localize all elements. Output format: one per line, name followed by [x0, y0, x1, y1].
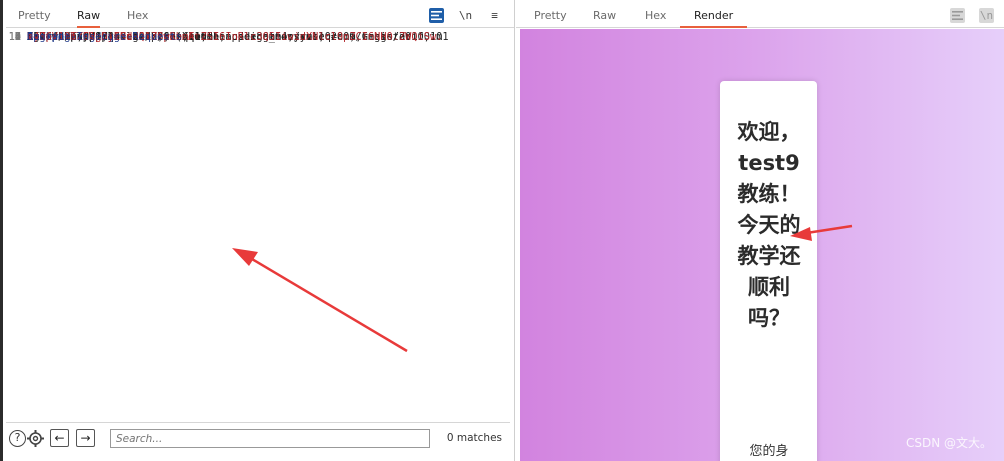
- rendered-page: 欢迎，test9教练！今天的教学还顺利吗？ 您的身 CSDN @文大。: [520, 29, 1004, 461]
- request-pane: Pretty Raw Hex \n ≡ 1 GET / HTTP/1.1 2 H…: [0, 0, 515, 461]
- burp-repeater-window: Pretty Raw Hex \n ≡ 1 GET / HTTP/1.1 2 H…: [0, 0, 1004, 461]
- tab-hex[interactable]: Hex: [645, 9, 666, 28]
- tab-raw[interactable]: Raw: [593, 9, 616, 28]
- next-match-button[interactable]: →: [76, 429, 95, 447]
- menu-icon[interactable]: ≡: [487, 8, 502, 23]
- response-pane: Pretty Raw Hex Render \n 欢迎，test9教练！今天的教…: [516, 0, 1004, 461]
- response-toolbar: \n: [950, 7, 994, 23]
- search-input[interactable]: [110, 429, 430, 448]
- prev-match-button[interactable]: ←: [50, 429, 69, 447]
- card-subtext: 您的身: [749, 444, 789, 459]
- tab-pretty[interactable]: Pretty: [534, 9, 567, 28]
- welcome-heading: 欢迎，test9教练！今天的教学还顺利吗？: [737, 120, 801, 330]
- list-view-icon[interactable]: [429, 7, 444, 23]
- request-toolbar: \n ≡: [429, 7, 502, 23]
- window-frame-edge: [0, 0, 3, 461]
- match-count: 0 matches: [446, 432, 502, 444]
- csdn-watermark: CSDN @文大。: [905, 436, 992, 450]
- settings-gear-icon[interactable]: [26, 429, 45, 448]
- search-bar: ? ← → 0 matches: [6, 422, 510, 454]
- tab-render[interactable]: Render: [680, 9, 748, 28]
- tab-hex[interactable]: Hex: [127, 9, 148, 28]
- newline-toggle-icon[interactable]: \n: [458, 8, 473, 23]
- raw-request-editor[interactable]: 1 GET / HTTP/1.1 2 Host: esvp9o536dc4k37…: [6, 30, 510, 418]
- welcome-card: 欢迎，test9教练！今天的教学还顺利吗？ 您的身: [720, 81, 817, 461]
- tab-raw[interactable]: Raw: [77, 9, 101, 28]
- help-icon[interactable]: ?: [9, 430, 26, 447]
- list-view-icon[interactable]: [950, 7, 965, 23]
- response-tabs: Pretty Raw Hex Render \n: [516, 0, 1004, 28]
- line-text: Upgrade-Insecure-Requests: 1: [27, 31, 201, 43]
- newline-toggle-icon[interactable]: \n: [979, 7, 994, 23]
- request-tabs: Pretty Raw Hex \n ≡: [6, 0, 514, 28]
- tab-pretty[interactable]: Pretty: [18, 9, 51, 28]
- line-number: 12: [8, 31, 21, 43]
